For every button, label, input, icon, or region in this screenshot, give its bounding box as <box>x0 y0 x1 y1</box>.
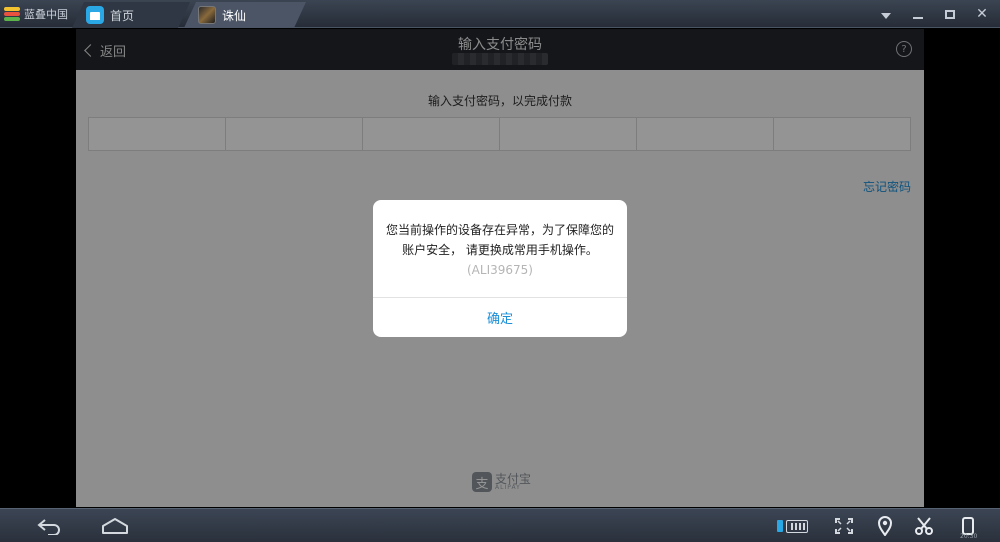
window-controls: ✕ <box>876 4 992 24</box>
back-nav-button[interactable] <box>36 515 64 537</box>
fullscreen-button[interactable] <box>832 515 856 537</box>
home-app-icon <box>86 6 104 24</box>
status-clock: 20:30 <box>960 533 978 540</box>
emulator-titlebar: 蓝叠中国 首页 诛仙 ✕ <box>0 0 1000 28</box>
fullscreen-icon <box>835 518 853 534</box>
confirm-button[interactable]: 确定 <box>373 298 627 337</box>
emulator-navbar <box>0 508 1000 542</box>
home-nav-button[interactable] <box>100 515 130 537</box>
bluestacks-logo-icon <box>4 7 20 21</box>
dialog-message-text: 您当前操作的设备存在异常，为了保障您的账户安全， 请更换成常用手机操作。 <box>385 223 614 257</box>
back-arrow-icon <box>37 519 60 535</box>
zhuxian-game-icon <box>198 6 216 24</box>
brand-name: 蓝叠中国 <box>24 8 68 21</box>
restore-icon[interactable] <box>940 4 960 24</box>
screenshot-button[interactable] <box>912 515 936 537</box>
alert-dialog: 您当前操作的设备存在异常，为了保障您的账户安全， 请更换成常用手机操作。 (ALI… <box>373 200 627 337</box>
close-icon[interactable]: ✕ <box>972 4 992 24</box>
tab-zhuxian[interactable]: 诛仙 <box>184 2 306 28</box>
dialog-error-code: (ALI39675) <box>467 263 533 277</box>
minimize-icon[interactable] <box>908 4 928 24</box>
home-icon <box>102 518 128 534</box>
location-button[interactable] <box>873 515 897 537</box>
phone-icon <box>776 520 783 532</box>
dropdown-menu-icon[interactable] <box>876 4 896 24</box>
keyboard-icon <box>785 519 808 533</box>
brand[interactable]: 蓝叠中国 <box>4 6 68 22</box>
tab-zhuxian-label: 诛仙 <box>222 8 247 23</box>
tab-home[interactable]: 首页 <box>72 2 190 28</box>
location-pin-icon <box>877 516 893 536</box>
scissors-icon <box>915 517 933 535</box>
tab-home-label: 首页 <box>110 8 135 23</box>
dialog-message: 您当前操作的设备存在异常，为了保障您的账户安全， 请更换成常用手机操作。 (ALI… <box>383 220 617 280</box>
keyboard-toggle[interactable] <box>773 515 811 537</box>
android-screen: 返回 输入支付密码 ? 输入支付密码，以完成付款 忘记密码 支 支付宝 ALIP… <box>76 29 924 507</box>
